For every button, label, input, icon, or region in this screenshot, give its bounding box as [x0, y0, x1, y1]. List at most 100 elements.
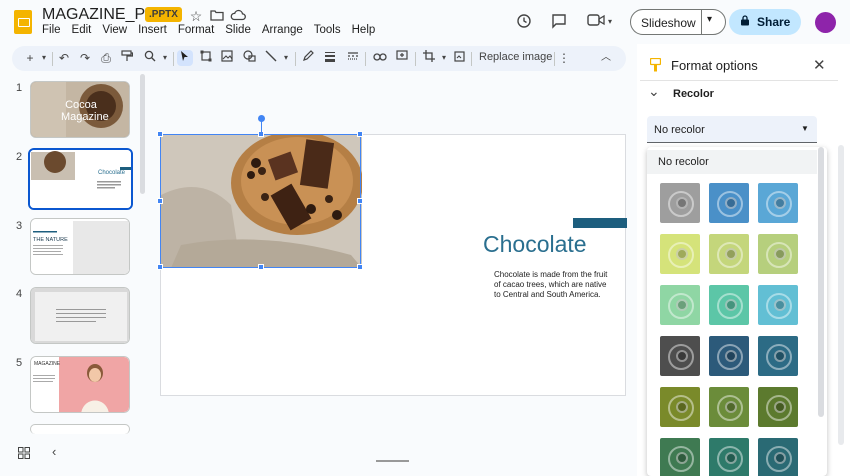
recolor-dropdown-menu: No recolor [647, 147, 827, 476]
slideshow-dropdown-icon[interactable]: ▾ [707, 14, 712, 25]
image-selection-box[interactable] [157, 131, 363, 270]
slide-thumbnail-5[interactable]: MAGAZINE [30, 356, 130, 413]
panel-scrollbar[interactable] [838, 145, 844, 445]
menu-bar: File Edit View Insert Format Slide Arran… [42, 24, 386, 36]
undo-icon[interactable]: ↶ [56, 50, 72, 66]
recolor-swatch[interactable] [758, 387, 798, 427]
slide-thumbnail-6[interactable] [30, 424, 130, 434]
filmstrip-scrollbar[interactable] [140, 74, 145, 194]
menu-edit[interactable]: Edit [72, 24, 92, 36]
add-comment-icon[interactable] [394, 50, 410, 66]
recolor-swatch[interactable] [709, 387, 749, 427]
speaker-notes-drag-handle[interactable] [376, 460, 409, 462]
shape-icon[interactable] [241, 50, 257, 66]
select-tool-icon[interactable] [177, 50, 193, 66]
slideshow-button[interactable]: Slideshow ▾ [630, 9, 726, 35]
line-dropdown-icon[interactable]: ▾ [278, 50, 294, 66]
menu-arrange[interactable]: Arrange [262, 24, 303, 36]
recolor-swatch[interactable] [660, 336, 700, 376]
slides-logo-icon[interactable] [14, 10, 32, 34]
recolor-select[interactable]: No recolor ▼ [647, 116, 817, 143]
menu-slide[interactable]: Slide [225, 24, 251, 36]
comments-icon[interactable] [550, 13, 568, 31]
zoom-dropdown-icon[interactable]: ▾ [157, 50, 173, 66]
slide-thumbnail-3[interactable]: THE NATURE [30, 218, 130, 275]
menu-help[interactable]: Help [352, 24, 376, 36]
dropdown-scrollbar[interactable] [818, 147, 824, 417]
insert-image-icon[interactable] [219, 50, 235, 66]
border-weight-icon[interactable] [322, 50, 338, 66]
insert-link-icon[interactable] [372, 50, 388, 66]
share-button[interactable]: Share [729, 9, 801, 35]
resize-handle[interactable] [258, 264, 264, 270]
resize-handle[interactable] [357, 131, 363, 137]
line-icon[interactable] [263, 50, 279, 66]
resize-handle[interactable] [157, 131, 163, 137]
recolor-swatch[interactable] [709, 336, 749, 376]
zoom-icon[interactable] [142, 50, 158, 66]
recolor-swatch[interactable] [660, 183, 700, 223]
recolor-swatch[interactable] [758, 438, 798, 476]
collapse-toolbar-icon[interactable]: ︿ [598, 50, 614, 66]
menu-view[interactable]: View [102, 24, 127, 36]
slide-thumbnail-1[interactable]: Cocoa Magazine [30, 81, 130, 138]
thumbnail-nature-image [31, 219, 129, 274]
frame-tool-icon[interactable] [198, 50, 214, 66]
chevron-down-icon[interactable]: ⌄ [648, 83, 660, 100]
grid-view-icon[interactable] [18, 446, 30, 459]
star-icon[interactable]: ☆ [187, 7, 205, 25]
resize-handle[interactable] [357, 198, 363, 204]
resize-handle[interactable] [357, 264, 363, 270]
new-slide-dropdown-icon[interactable]: ▾ [36, 50, 52, 66]
resize-handle[interactable] [157, 198, 163, 204]
recolor-swatch[interactable] [709, 183, 749, 223]
recolor-section-header[interactable]: Recolor [673, 88, 714, 100]
recolor-swatch[interactable] [709, 438, 749, 476]
resize-handle[interactable] [157, 264, 163, 270]
meet-dropdown-icon[interactable]: ▾ [608, 17, 612, 26]
slide-title[interactable]: Chocolate [483, 231, 587, 258]
version-history-icon[interactable] [515, 13, 533, 31]
menu-insert[interactable]: Insert [138, 24, 167, 36]
move-folder-icon[interactable] [208, 7, 226, 25]
rotation-handle[interactable] [258, 115, 265, 122]
border-dash-icon[interactable] [345, 50, 361, 66]
slide-number: 5 [16, 357, 23, 369]
recolor-swatch[interactable] [660, 438, 700, 476]
crop-icon[interactable] [421, 50, 437, 66]
slide-thumbnail-4[interactable] [30, 287, 130, 344]
border-color-icon[interactable] [300, 50, 316, 66]
menu-tools[interactable]: Tools [314, 24, 341, 36]
menu-file[interactable]: File [42, 24, 61, 36]
recolor-swatch[interactable] [758, 336, 798, 376]
recolor-swatch[interactable] [660, 387, 700, 427]
slide-filmstrip: 1 Cocoa Magazine 2 Chocolate 3 THE NATUR… [0, 72, 150, 434]
recolor-swatch[interactable] [709, 285, 749, 325]
recolor-swatch[interactable] [758, 183, 798, 223]
slide-body-text[interactable]: Chocolate is made from the fruit of caca… [494, 270, 609, 300]
cloud-status-icon[interactable] [229, 7, 247, 25]
recolor-swatch[interactable] [758, 234, 798, 274]
close-icon[interactable]: ✕ [813, 56, 826, 74]
menu-format[interactable]: Format [178, 24, 214, 36]
account-avatar[interactable] [815, 12, 836, 33]
file-type-badge: .PPTX [145, 7, 182, 22]
slide-accent-bar [573, 218, 627, 228]
paint-format-icon[interactable] [119, 50, 135, 66]
recolor-option-none[interactable]: No recolor [647, 150, 817, 174]
recolor-swatch[interactable] [660, 234, 700, 274]
redo-icon[interactable]: ↷ [77, 50, 93, 66]
reset-image-icon[interactable] [451, 50, 467, 66]
replace-image-button[interactable]: Replace image [479, 51, 552, 63]
recolor-swatch[interactable] [660, 285, 700, 325]
crop-dropdown-icon[interactable]: ▾ [436, 50, 452, 66]
dropdown-arrow-icon: ▼ [801, 124, 809, 133]
more-options-icon[interactable]: ⋮ [556, 50, 572, 66]
slide-thumbnail-2[interactable]: Chocolate [28, 148, 133, 210]
recolor-swatch[interactable] [758, 285, 798, 325]
recolor-swatch[interactable] [709, 234, 749, 274]
meet-video-icon[interactable] [587, 13, 605, 31]
share-label: Share [757, 15, 791, 29]
collapse-filmstrip-icon[interactable]: ‹ [52, 444, 56, 459]
print-icon[interactable]: ⎙ [98, 50, 114, 66]
